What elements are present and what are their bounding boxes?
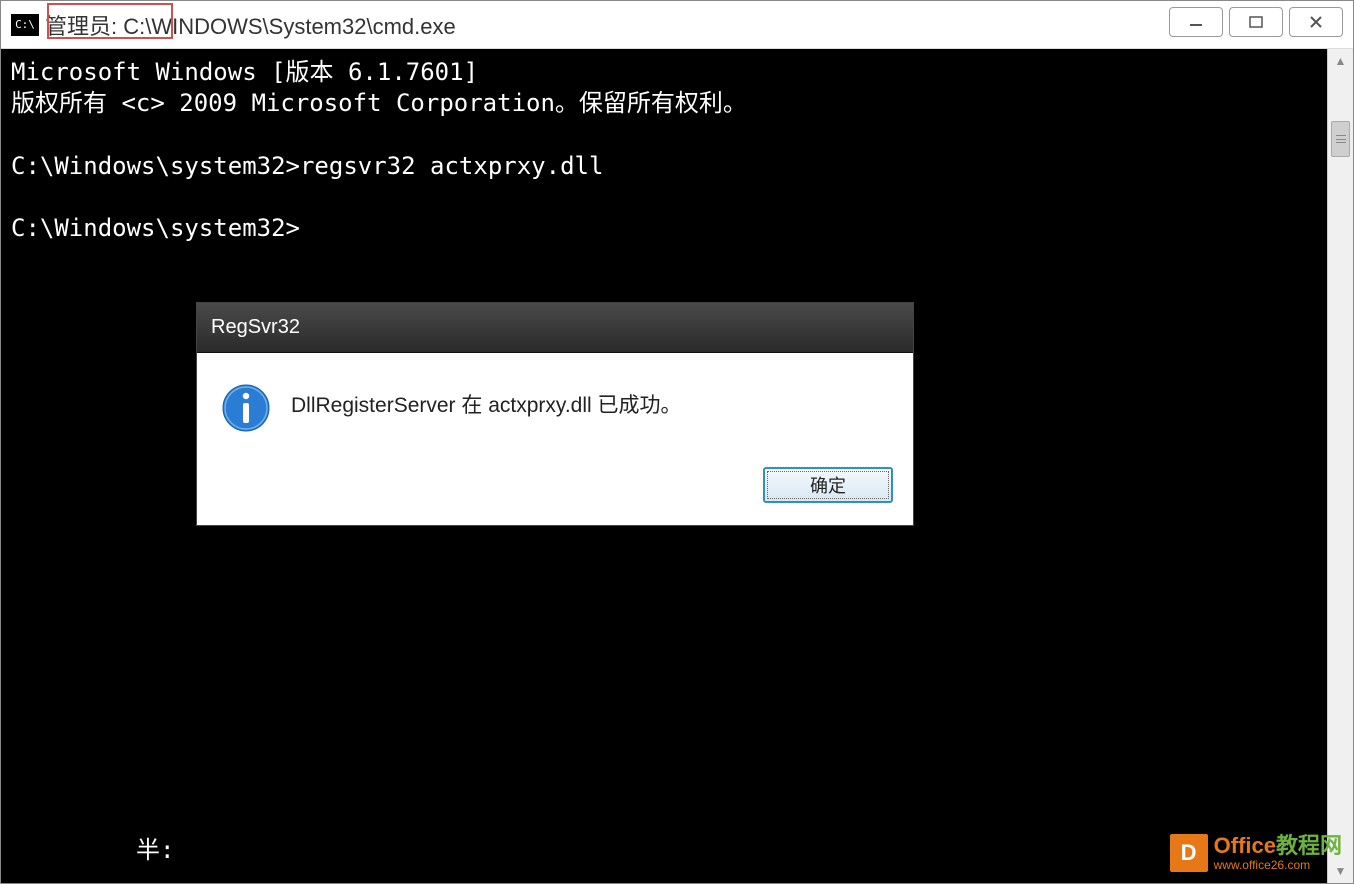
- cmd-icon: C:\: [11, 14, 39, 36]
- dialog-body: DllRegisterServer 在 actxprxy.dll 已成功。: [197, 353, 913, 457]
- dialog-footer: 确定: [197, 457, 913, 525]
- watermark: D Office教程网 www.office26.com: [1170, 834, 1342, 872]
- dialog-titlebar[interactable]: RegSvr32: [197, 303, 913, 353]
- close-icon: [1307, 15, 1325, 29]
- info-icon: [221, 383, 271, 433]
- regsvr32-dialog: RegSvr32 DllRegisterServer 在 actxprxy.dl…: [196, 302, 914, 526]
- maximize-button[interactable]: [1229, 7, 1283, 37]
- watermark-title-part2: 教程网: [1276, 833, 1342, 858]
- watermark-title: Office教程网: [1214, 834, 1342, 858]
- watermark-text: Office教程网 www.office26.com: [1214, 834, 1342, 871]
- window-titlebar[interactable]: C:\ 管理员: C:\WINDOWS\System32\cmd.exe: [1, 1, 1353, 49]
- minimize-icon: [1187, 15, 1205, 29]
- window-controls: [1169, 7, 1343, 37]
- dialog-title: RegSvr32: [211, 316, 300, 339]
- ok-button[interactable]: 确定: [763, 467, 893, 503]
- maximize-icon: [1247, 15, 1265, 29]
- watermark-logo-icon: D: [1170, 834, 1208, 872]
- watermark-url: www.office26.com: [1214, 859, 1342, 872]
- scroll-track[interactable]: [1328, 73, 1353, 859]
- dialog-message: DllRegisterServer 在 actxprxy.dll 已成功。: [291, 383, 682, 419]
- vertical-scrollbar[interactable]: ▲ ▼: [1327, 49, 1353, 883]
- close-button[interactable]: [1289, 7, 1343, 37]
- watermark-title-part1: Office: [1214, 833, 1276, 858]
- window-title: 管理员: C:\WINDOWS\System32\cmd.exe: [45, 9, 456, 41]
- console-bottom-fragment: 半:: [136, 830, 174, 865]
- minimize-button[interactable]: [1169, 7, 1223, 37]
- scroll-thumb[interactable]: [1331, 121, 1350, 157]
- scroll-up-arrow-icon[interactable]: ▲: [1329, 49, 1353, 73]
